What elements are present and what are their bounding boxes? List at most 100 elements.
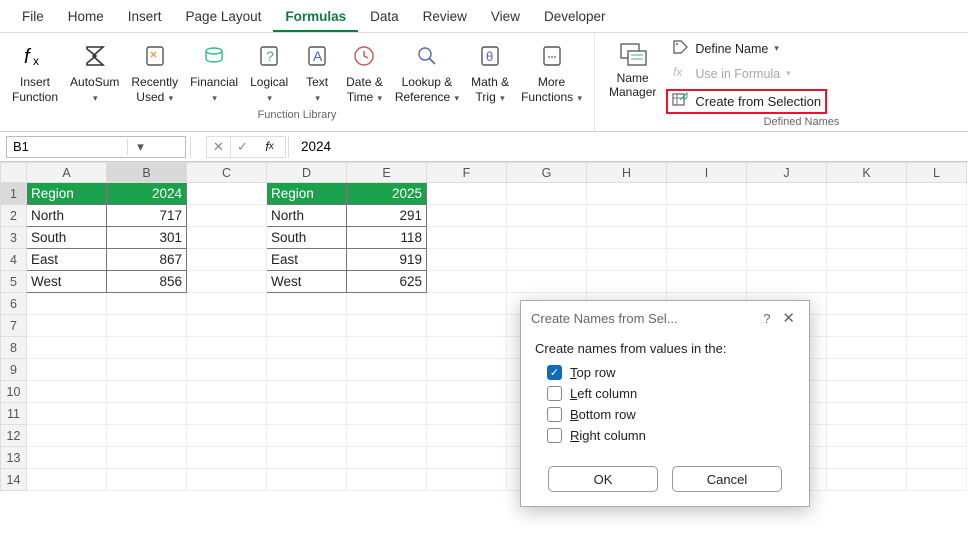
cell[interactable] <box>107 359 187 381</box>
row-header[interactable]: 13 <box>1 447 27 469</box>
cell[interactable] <box>267 359 347 381</box>
cell[interactable] <box>907 271 967 293</box>
cell[interactable] <box>427 447 507 469</box>
tab-formulas[interactable]: Formulas <box>273 4 358 32</box>
cell[interactable] <box>507 205 587 227</box>
cell[interactable] <box>827 447 907 469</box>
cell[interactable]: West <box>27 271 107 293</box>
cell[interactable]: 301 <box>107 227 187 249</box>
cell[interactable]: Region <box>27 183 107 205</box>
cell[interactable]: 867 <box>107 249 187 271</box>
cell[interactable]: 291 <box>347 205 427 227</box>
cell[interactable] <box>27 359 107 381</box>
cell[interactable]: 118 <box>347 227 427 249</box>
define-name-button[interactable]: Define Name ▾ <box>666 37 827 60</box>
row-header[interactable]: 7 <box>1 315 27 337</box>
cell[interactable] <box>827 205 907 227</box>
cell[interactable] <box>107 293 187 315</box>
cell[interactable] <box>267 337 347 359</box>
right-column-label[interactable]: Right column <box>570 428 646 443</box>
cell[interactable] <box>187 381 267 403</box>
cell[interactable] <box>907 249 967 271</box>
cell[interactable] <box>27 337 107 359</box>
column-header[interactable]: E <box>347 163 427 183</box>
cell[interactable] <box>187 337 267 359</box>
cell[interactable] <box>427 249 507 271</box>
cell[interactable] <box>907 469 967 491</box>
cell[interactable] <box>347 337 427 359</box>
cell[interactable] <box>667 271 747 293</box>
cell[interactable]: 625 <box>347 271 427 293</box>
cell[interactable] <box>427 403 507 425</box>
dialog-close-button[interactable]: ✕ <box>778 309 799 327</box>
cell[interactable] <box>907 315 967 337</box>
cell[interactable] <box>587 205 667 227</box>
cell[interactable] <box>347 359 427 381</box>
autosum-button[interactable]: AutoSum▾ <box>64 37 125 107</box>
cell[interactable] <box>427 183 507 205</box>
cell[interactable] <box>907 359 967 381</box>
cell[interactable]: West <box>267 271 347 293</box>
cell[interactable] <box>827 425 907 447</box>
tab-review[interactable]: Review <box>411 4 479 32</box>
tab-view[interactable]: View <box>479 4 532 32</box>
cell[interactable]: North <box>267 205 347 227</box>
cell[interactable] <box>907 381 967 403</box>
create-from-selection-button[interactable]: Create from Selection <box>666 89 827 114</box>
cell[interactable] <box>747 183 827 205</box>
row-header[interactable]: 4 <box>1 249 27 271</box>
cell[interactable] <box>187 205 267 227</box>
cell[interactable]: South <box>267 227 347 249</box>
cell[interactable] <box>347 293 427 315</box>
cell[interactable] <box>747 205 827 227</box>
cell[interactable] <box>187 271 267 293</box>
cell[interactable] <box>187 469 267 491</box>
cell[interactable]: North <box>27 205 107 227</box>
cell[interactable] <box>187 249 267 271</box>
cell[interactable] <box>187 425 267 447</box>
cell[interactable] <box>907 337 967 359</box>
cell[interactable] <box>187 183 267 205</box>
cell[interactable] <box>827 315 907 337</box>
column-header[interactable]: F <box>427 163 507 183</box>
top-row-checkbox[interactable]: ✓ <box>547 365 562 380</box>
cell[interactable]: Region <box>267 183 347 205</box>
more-functions-button[interactable]: More Functions ▾ <box>515 37 588 107</box>
column-header[interactable]: J <box>747 163 827 183</box>
cell[interactable] <box>907 227 967 249</box>
column-header[interactable]: C <box>187 163 267 183</box>
tab-file[interactable]: File <box>10 4 56 32</box>
dialog-ok-button[interactable]: OK <box>548 466 658 492</box>
date-time-button[interactable]: Date & Time ▾ <box>340 37 389 107</box>
cell[interactable] <box>427 469 507 491</box>
cell[interactable] <box>267 425 347 447</box>
row-header[interactable]: 3 <box>1 227 27 249</box>
cell[interactable] <box>747 249 827 271</box>
cell[interactable] <box>27 381 107 403</box>
cell[interactable]: 717 <box>107 205 187 227</box>
use-in-formula-button[interactable]: fx Use in Formula ▾ <box>666 62 827 85</box>
cell[interactable] <box>507 249 587 271</box>
cell[interactable] <box>667 183 747 205</box>
cell[interactable] <box>427 315 507 337</box>
cancel-formula-button[interactable]: ✕ <box>206 136 230 158</box>
cell[interactable] <box>587 227 667 249</box>
cell[interactable] <box>827 293 907 315</box>
row-header[interactable]: 5 <box>1 271 27 293</box>
cell[interactable] <box>427 425 507 447</box>
cell[interactable] <box>827 337 907 359</box>
cell[interactable] <box>907 183 967 205</box>
cell[interactable] <box>827 271 907 293</box>
cell[interactable] <box>267 447 347 469</box>
cell[interactable] <box>347 469 427 491</box>
cell[interactable] <box>27 315 107 337</box>
cell[interactable] <box>747 271 827 293</box>
cell[interactable] <box>347 447 427 469</box>
cell[interactable] <box>347 425 427 447</box>
cell[interactable] <box>907 293 967 315</box>
cell[interactable] <box>27 447 107 469</box>
row-header[interactable]: 10 <box>1 381 27 403</box>
cell[interactable] <box>427 205 507 227</box>
fx-button[interactable]: fx <box>254 136 286 158</box>
math-trig-button[interactable]: θ Math & Trig ▾ <box>465 37 515 107</box>
